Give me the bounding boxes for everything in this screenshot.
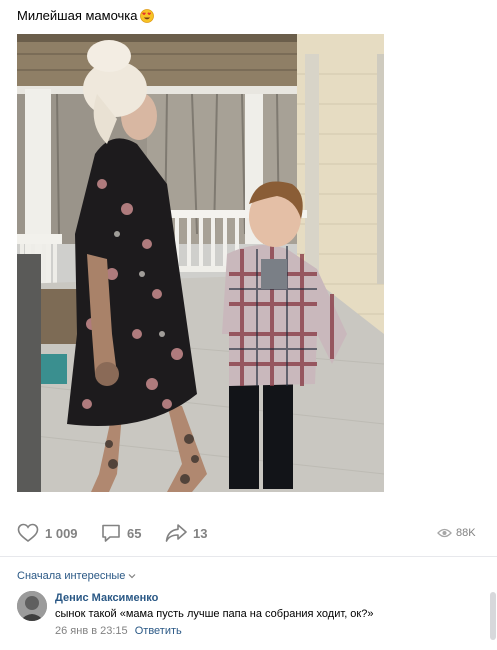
share-button[interactable]: 13 xyxy=(165,520,207,546)
comment-item: Денис Максименко сынок такой «мама пусть… xyxy=(17,591,477,641)
divider xyxy=(0,556,497,557)
comment-text: сынок такой «мама пусть лучше папа на со… xyxy=(55,608,374,620)
heart-icon xyxy=(17,523,39,543)
post-text: Милейшая мамочка xyxy=(17,8,154,23)
comment-meta: 26 янв в 23:15 Ответить xyxy=(55,625,182,637)
comments-sort-dropdown[interactable]: Сначала интересные xyxy=(17,570,136,582)
comment-author[interactable]: Денис Максименко xyxy=(55,592,158,604)
post-caption: Милейшая мамочка xyxy=(17,8,138,23)
shares-count: 13 xyxy=(193,525,208,541)
photo-illustration xyxy=(17,34,384,492)
heart-eyes-emoji-icon xyxy=(139,8,154,23)
comments-sort-label: Сначала интересные xyxy=(17,570,126,582)
like-button[interactable]: 1 009 xyxy=(17,520,78,546)
chevron-down-icon xyxy=(128,570,136,582)
post-photo[interactable] xyxy=(17,34,384,492)
comment-icon xyxy=(101,523,121,543)
post-actions-bar: 1 009 65 13 88K xyxy=(17,520,479,546)
reply-link[interactable]: Ответить xyxy=(135,625,182,637)
comments-count: 65 xyxy=(127,525,142,541)
eye-icon xyxy=(437,528,452,538)
views-counter: 88K xyxy=(437,520,476,546)
comment-date[interactable]: 26 янв в 23:15 xyxy=(55,625,128,637)
avatar[interactable] xyxy=(17,591,47,621)
share-arrow-icon xyxy=(165,523,187,543)
likes-count: 1 009 xyxy=(45,525,78,541)
scrollbar[interactable] xyxy=(490,592,496,640)
views-count: 88K xyxy=(456,527,476,539)
comment-button[interactable]: 65 xyxy=(101,520,141,546)
